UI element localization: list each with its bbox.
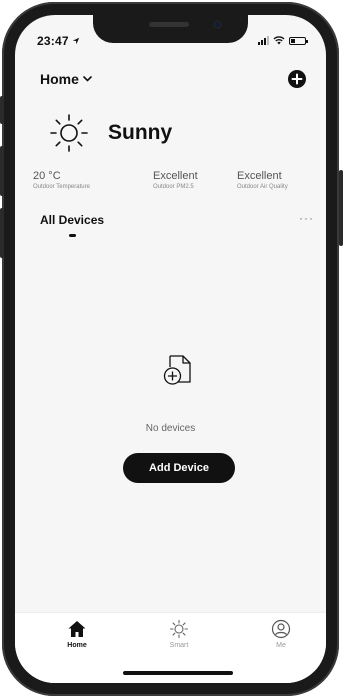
- stat-value: Excellent: [153, 170, 198, 182]
- tab-me[interactable]: Me: [251, 619, 311, 649]
- stat-label: Outdoor PM2.5: [153, 184, 194, 190]
- camera: [213, 20, 222, 29]
- home-selector[interactable]: Home: [40, 71, 92, 87]
- sun-icon: [169, 619, 189, 639]
- tab-home[interactable]: Home: [47, 619, 107, 649]
- tab-smart[interactable]: Smart: [149, 619, 209, 649]
- app-screen: 23:47 Home Sunny 20 °C Outdoor Temperatu…: [15, 15, 326, 683]
- more-options-icon[interactable]: ···: [299, 211, 314, 225]
- weather-condition: Sunny: [108, 121, 173, 144]
- signal-icon: [258, 36, 269, 45]
- power-button: [339, 170, 343, 246]
- notch: [93, 15, 248, 43]
- tab-label: Me: [276, 642, 286, 649]
- stat-label: Outdoor Temperature: [33, 184, 90, 190]
- stat-pm25: Excellent Outdoor PM2.5: [153, 170, 198, 192]
- stat-temperature: 20 °C Outdoor Temperature: [33, 170, 90, 192]
- wifi-icon: [273, 36, 285, 45]
- mute-switch: [0, 96, 4, 124]
- plus-icon: [291, 73, 303, 85]
- tab-underline: [69, 234, 76, 237]
- device-frame: 23:47 Home Sunny 20 °C Outdoor Temperatu…: [0, 0, 343, 700]
- add-file-icon: [163, 355, 191, 385]
- speaker: [149, 22, 189, 27]
- stat-value: 20 °C: [33, 170, 61, 182]
- home-indicator: [123, 671, 233, 675]
- tab-label: Smart: [169, 642, 189, 649]
- volume-down-button: [0, 208, 4, 258]
- status-time: 23:47: [37, 34, 80, 48]
- tab-label: Home: [67, 642, 87, 649]
- volume-up-button: [0, 146, 4, 196]
- battery-icon: [289, 36, 308, 45]
- empty-state-text: No devices: [145, 423, 196, 434]
- stat-air-quality: Excellent Outdoor Air Quality: [237, 170, 288, 192]
- add-device-button[interactable]: Add Device: [123, 453, 235, 483]
- status-time-text: 23:47: [37, 34, 69, 48]
- location-arrow-icon: [73, 37, 80, 45]
- user-icon: [271, 619, 291, 639]
- stat-label: Outdoor Air Quality: [237, 184, 288, 190]
- add-button[interactable]: [288, 70, 306, 88]
- stat-value: Excellent: [237, 170, 282, 182]
- home-icon: [68, 621, 86, 637]
- status-indicators: [258, 36, 308, 45]
- sun-icon: [50, 114, 88, 152]
- tab-all-devices[interactable]: All Devices: [40, 213, 104, 227]
- home-selector-label: Home: [40, 71, 79, 87]
- chevron-down-icon: [83, 76, 92, 82]
